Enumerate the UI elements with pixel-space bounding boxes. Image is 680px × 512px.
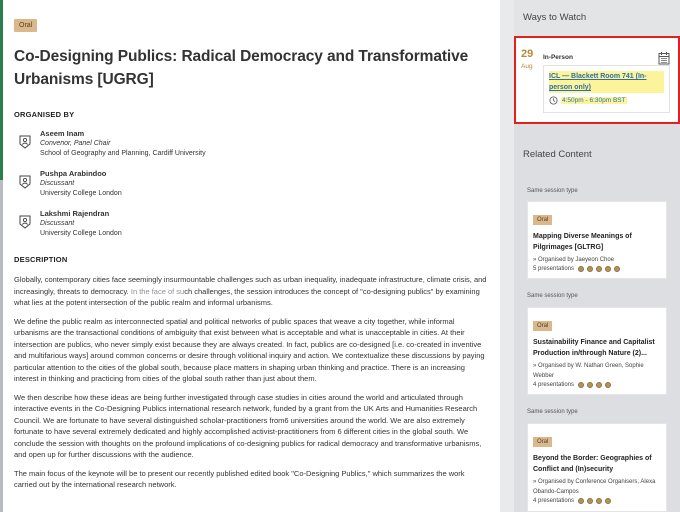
related-group-label: Same session type: [527, 293, 578, 299]
date-month: Aug: [521, 63, 533, 70]
organiser-item: Aseem Inam Convenor, Panel Chair School …: [14, 129, 489, 159]
related-content-panel: Related Content Same session type Oral M…: [514, 136, 680, 512]
attendance-mode: In-Person: [543, 54, 573, 61]
organiser-name[interactable]: Pushpa Arabindoo: [40, 169, 122, 179]
related-session-organiser: » Organised by Conference Organisers, Al…: [533, 479, 656, 495]
organiser-role: Discussant: [40, 220, 75, 227]
date-day: 29: [521, 48, 534, 60]
avatar: [578, 266, 585, 272]
person-badge-icon: [19, 175, 31, 189]
ways-to-watch-heading: Ways to Watch: [523, 12, 587, 23]
organiser-affiliation: University College London: [40, 190, 122, 197]
related-session-presentations: 4 presentations: [533, 382, 661, 388]
avatar: [596, 498, 603, 504]
related-session-card[interactable]: Oral Mapping Diverse Meanings of Pilgrim…: [527, 201, 667, 279]
person-badge-icon: [19, 215, 31, 229]
organiser-name[interactable]: Lakshmi Rajendran: [40, 209, 122, 219]
person-badge-icon: [19, 135, 31, 149]
add-to-calendar-icon[interactable]: [658, 51, 670, 65]
avatar: [578, 382, 585, 388]
presenter-avatars: [578, 382, 614, 388]
description-body: Globally, contemporary cities face seemi…: [14, 274, 489, 491]
presentation-count: 5 presentations: [533, 266, 575, 272]
session-type-badge: Oral: [533, 321, 553, 331]
related-session-presentations: 5 presentations: [533, 266, 661, 272]
avatar: [605, 498, 612, 504]
organiser-role: Convenor, Panel Chair: [40, 140, 111, 147]
organiser-role: Discussant: [40, 180, 75, 187]
description-paragraph: The main focus of the keynote will be to…: [14, 468, 465, 490]
location-link[interactable]: ICL — Blackett Room 741 (In-person only): [549, 71, 664, 93]
session-time: 4:50pm - 6:30pm BST: [549, 96, 664, 105]
description-paragraph: Globally, contemporary cities face seemi…: [14, 274, 489, 309]
related-session-title[interactable]: Mapping Diverse Meanings of Pilgrimages …: [533, 232, 661, 253]
avatar: [596, 382, 603, 388]
related-content-heading: Related Content: [523, 149, 592, 160]
paragraph-text-selected: In the face of su: [130, 286, 185, 296]
session-type-badge: Oral: [533, 215, 553, 225]
related-group-label: Same session type: [527, 409, 578, 415]
ways-to-watch-panel: Ways to Watch 29 Aug In-Person ICL — Bla…: [514, 0, 680, 124]
avatar: [596, 266, 603, 272]
avatar: [578, 498, 585, 504]
related-group-label: Same session type: [527, 188, 578, 194]
clock-icon: [549, 96, 558, 105]
description-paragraph: We then describe how these ideas are bei…: [14, 392, 482, 460]
presentation-count: 4 presentations: [533, 498, 575, 504]
related-session-presentations: 4 presentations: [533, 498, 661, 504]
description-heading: DESCRIPTION: [14, 255, 68, 264]
related-session-card[interactable]: Oral Sustainability Finance and Capitali…: [527, 307, 667, 395]
session-main-panel: Oral Co-Designing Publics: Radical Democ…: [3, 0, 500, 512]
presenter-avatars: [578, 266, 623, 272]
related-session-card[interactable]: Oral Beyond the Border: Geographies of C…: [527, 423, 667, 512]
session-time-text: 4:50pm - 6:30pm BST: [561, 97, 627, 104]
avatar: [587, 266, 594, 272]
description-paragraph: We define the public realm as interconne…: [14, 316, 485, 384]
session-type-badge: Oral: [14, 19, 38, 32]
avatar: [614, 266, 621, 272]
avatar: [605, 382, 612, 388]
organiser-item: Pushpa Arabindoo Discussant University C…: [14, 169, 489, 199]
presenter-avatars: [578, 498, 614, 504]
organiser-affiliation: School of Geography and Planning, Cardif…: [40, 150, 206, 157]
location-card[interactable]: ICL — Blackett Room 741 (In-person only)…: [543, 65, 670, 113]
avatar: [587, 382, 594, 388]
session-type-badge: Oral: [533, 437, 553, 447]
presentation-count: 4 presentations: [533, 382, 575, 388]
organiser-affiliation: University College London: [40, 230, 122, 237]
related-session-organiser: » Organised by W. Nathan Green, Sophie W…: [533, 363, 644, 379]
related-session-title[interactable]: Sustainability Finance and Capitalist Pr…: [533, 338, 661, 359]
related-session-title[interactable]: Beyond the Border: Geographies of Confli…: [533, 454, 661, 475]
organiser-name[interactable]: Aseem Inam: [40, 129, 206, 139]
sidebar: Ways to Watch 29 Aug In-Person ICL — Bla…: [514, 0, 680, 512]
related-session-organiser: » Organised by Jaeyeon Choe: [533, 257, 615, 263]
organised-by-heading: ORGANISED BY: [14, 110, 75, 119]
avatar: [605, 266, 612, 272]
watch-option-card: 29 Aug In-Person ICL — Blackett Room 741…: [514, 36, 680, 124]
avatar: [587, 498, 594, 504]
session-title: Co-Designing Publics: Radical Democracy …: [14, 48, 469, 88]
organiser-item: Lakshmi Rajendran Discussant University …: [14, 209, 489, 239]
